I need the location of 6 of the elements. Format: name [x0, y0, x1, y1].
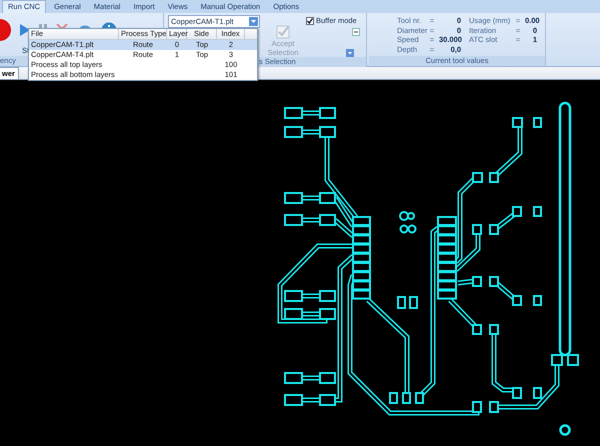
dropdown-icon[interactable] — [249, 17, 258, 26]
checkbox[interactable] — [306, 16, 314, 24]
play-icon[interactable] — [19, 24, 31, 36]
check-icon — [276, 25, 290, 39]
collapse-icon[interactable] — [352, 28, 360, 36]
expand-icon[interactable] — [346, 49, 354, 57]
